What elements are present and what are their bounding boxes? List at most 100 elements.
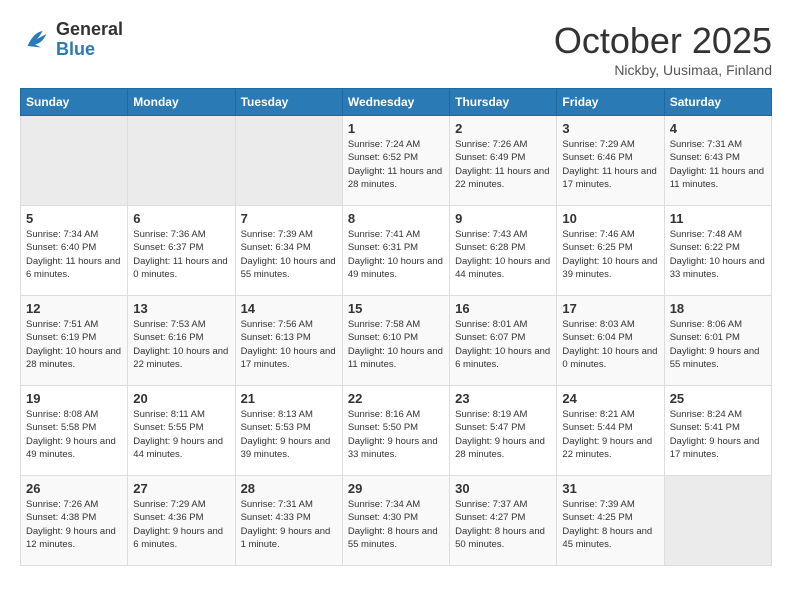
day-info: Sunrise: 7:34 AM Sunset: 6:40 PM Dayligh… (26, 228, 122, 281)
day-info: Sunrise: 7:39 AM Sunset: 4:25 PM Dayligh… (562, 498, 658, 551)
day-info: Sunrise: 7:51 AM Sunset: 6:19 PM Dayligh… (26, 318, 122, 371)
day-number: 2 (455, 121, 551, 136)
day-number: 29 (348, 481, 444, 496)
day-number: 10 (562, 211, 658, 226)
calendar-cell: 28 Sunrise: 7:31 AM Sunset: 4:33 PM Dayli… (235, 476, 342, 566)
day-number: 25 (670, 391, 766, 406)
day-info: Sunrise: 8:24 AM Sunset: 5:41 PM Dayligh… (670, 408, 766, 461)
logo: General Blue (20, 20, 123, 60)
calendar-cell: 19Sunrise: 8:08 AM Sunset: 5:58 PM Dayli… (21, 386, 128, 476)
calendar-cell: 3Sunrise: 7:29 AM Sunset: 6:46 PM Daylig… (557, 116, 664, 206)
day-info: Sunrise: 8:11 AM Sunset: 5:55 PM Dayligh… (133, 408, 229, 461)
day-number: 16 (455, 301, 551, 316)
day-number: 20 (133, 391, 229, 406)
day-number: 31 (562, 481, 658, 496)
calendar-cell: 23 Sunrise: 8:19 AM Sunset: 5:47 PM Dayli… (450, 386, 557, 476)
day-number: 30 (455, 481, 551, 496)
day-info: Sunrise: 7:39 AM Sunset: 6:34 PM Dayligh… (241, 228, 337, 281)
day-info: Sunrise: 7:31 AM Sunset: 6:43 PM Dayligh… (670, 138, 766, 191)
day-info: Sunrise: 8:06 AM Sunset: 6:01 PM Dayligh… (670, 318, 766, 371)
calendar-cell: 22Sunrise: 8:16 AM Sunset: 5:50 PM Dayli… (342, 386, 449, 476)
day-info: Sunrise: 7:29 AM Sunset: 4:36 PM Dayligh… (133, 498, 229, 551)
day-number: 28 (241, 481, 337, 496)
day-number: 14 (241, 301, 337, 316)
calendar-cell (664, 476, 771, 566)
calendar-header: SundayMondayTuesdayWednesdayThursdayFrid… (21, 89, 772, 116)
calendar-cell: 21 Sunrise: 8:13 AM Sunset: 5:53 PM Dayli… (235, 386, 342, 476)
page-header: General Blue October 2025 Nickby, Uusima… (20, 20, 772, 78)
day-number: 6 (133, 211, 229, 226)
day-info: Sunrise: 7:29 AM Sunset: 6:46 PM Dayligh… (562, 138, 658, 191)
day-number: 4 (670, 121, 766, 136)
calendar-cell: 12 Sunrise: 7:51 AM Sunset: 6:19 PM Dayli… (21, 296, 128, 386)
calendar-table: SundayMondayTuesdayWednesdayThursdayFrid… (20, 88, 772, 566)
day-number: 12 (26, 301, 122, 316)
day-info: Sunrise: 7:24 AM Sunset: 6:52 PM Dayligh… (348, 138, 444, 191)
calendar-cell: 25 Sunrise: 8:24 AM Sunset: 5:41 PM Dayli… (664, 386, 771, 476)
day-info: Sunrise: 8:21 AM Sunset: 5:44 PM Dayligh… (562, 408, 658, 461)
day-info: Sunrise: 7:53 AM Sunset: 6:16 PM Dayligh… (133, 318, 229, 371)
day-number: 11 (670, 211, 766, 226)
day-info: Sunrise: 7:34 AM Sunset: 4:30 PM Dayligh… (348, 498, 444, 551)
day-number: 24 (562, 391, 658, 406)
weekday-header-sunday: Sunday (21, 89, 128, 116)
day-number: 21 (241, 391, 337, 406)
calendar-cell: 26 Sunrise: 7:26 AM Sunset: 4:38 PM Dayli… (21, 476, 128, 566)
calendar-cell: 14 Sunrise: 7:56 AM Sunset: 6:13 PM Dayli… (235, 296, 342, 386)
day-info: Sunrise: 7:58 AM Sunset: 6:10 PM Dayligh… (348, 318, 444, 371)
day-info: Sunrise: 7:26 AM Sunset: 6:49 PM Dayligh… (455, 138, 551, 191)
calendar-cell: 1Sunrise: 7:24 AM Sunset: 6:52 PM Daylig… (342, 116, 449, 206)
calendar-cell: 17 Sunrise: 8:03 AM Sunset: 6:04 PM Dayli… (557, 296, 664, 386)
day-info: Sunrise: 8:16 AM Sunset: 5:50 PM Dayligh… (348, 408, 444, 461)
calendar-cell: 10 Sunrise: 7:46 AM Sunset: 6:25 PM Dayli… (557, 206, 664, 296)
calendar-cell: 18Sunrise: 8:06 AM Sunset: 6:01 PM Dayli… (664, 296, 771, 386)
day-number: 5 (26, 211, 122, 226)
calendar-cell (21, 116, 128, 206)
month-title: October 2025 (554, 20, 772, 62)
calendar-cell: 15Sunrise: 7:58 AM Sunset: 6:10 PM Dayli… (342, 296, 449, 386)
calendar-cell: 24 Sunrise: 8:21 AM Sunset: 5:44 PM Dayli… (557, 386, 664, 476)
day-info: Sunrise: 8:01 AM Sunset: 6:07 PM Dayligh… (455, 318, 551, 371)
day-info: Sunrise: 8:03 AM Sunset: 6:04 PM Dayligh… (562, 318, 658, 371)
day-number: 9 (455, 211, 551, 226)
calendar-cell (235, 116, 342, 206)
day-info: Sunrise: 8:13 AM Sunset: 5:53 PM Dayligh… (241, 408, 337, 461)
day-info: Sunrise: 7:26 AM Sunset: 4:38 PM Dayligh… (26, 498, 122, 551)
logo-bird-icon (20, 25, 50, 55)
day-info: Sunrise: 8:19 AM Sunset: 5:47 PM Dayligh… (455, 408, 551, 461)
day-info: Sunrise: 7:46 AM Sunset: 6:25 PM Dayligh… (562, 228, 658, 281)
day-info: Sunrise: 7:36 AM Sunset: 6:37 PM Dayligh… (133, 228, 229, 281)
day-number: 23 (455, 391, 551, 406)
calendar-body: 1Sunrise: 7:24 AM Sunset: 6:52 PM Daylig… (21, 116, 772, 566)
day-info: Sunrise: 7:37 AM Sunset: 4:27 PM Dayligh… (455, 498, 551, 551)
day-info: Sunrise: 7:31 AM Sunset: 4:33 PM Dayligh… (241, 498, 337, 551)
day-number: 27 (133, 481, 229, 496)
title-block: October 2025 Nickby, Uusimaa, Finland (554, 20, 772, 78)
day-info: Sunrise: 7:48 AM Sunset: 6:22 PM Dayligh… (670, 228, 766, 281)
weekday-header-saturday: Saturday (664, 89, 771, 116)
weekday-header-tuesday: Tuesday (235, 89, 342, 116)
weekday-header-wednesday: Wednesday (342, 89, 449, 116)
calendar-cell: 29 Sunrise: 7:34 AM Sunset: 4:30 PM Dayli… (342, 476, 449, 566)
calendar-cell: 8Sunrise: 7:41 AM Sunset: 6:31 PM Daylig… (342, 206, 449, 296)
calendar-cell: 6 Sunrise: 7:36 AM Sunset: 6:37 PM Daylig… (128, 206, 235, 296)
day-info: Sunrise: 8:08 AM Sunset: 5:58 PM Dayligh… (26, 408, 122, 461)
day-number: 7 (241, 211, 337, 226)
calendar-cell: 5 Sunrise: 7:34 AM Sunset: 6:40 PM Daylig… (21, 206, 128, 296)
day-info: Sunrise: 7:56 AM Sunset: 6:13 PM Dayligh… (241, 318, 337, 371)
calendar-cell: 11 Sunrise: 7:48 AM Sunset: 6:22 PM Dayli… (664, 206, 771, 296)
calendar-cell (128, 116, 235, 206)
day-number: 13 (133, 301, 229, 316)
logo-text: General Blue (56, 20, 123, 60)
calendar-cell: 7 Sunrise: 7:39 AM Sunset: 6:34 PM Daylig… (235, 206, 342, 296)
day-number: 17 (562, 301, 658, 316)
day-number: 8 (348, 211, 444, 226)
calendar-cell: 2 Sunrise: 7:26 AM Sunset: 6:49 PM Daylig… (450, 116, 557, 206)
calendar-cell: 20 Sunrise: 8:11 AM Sunset: 5:55 PM Dayli… (128, 386, 235, 476)
location-subtitle: Nickby, Uusimaa, Finland (554, 62, 772, 78)
calendar-cell: 30 Sunrise: 7:37 AM Sunset: 4:27 PM Dayli… (450, 476, 557, 566)
day-number: 26 (26, 481, 122, 496)
calendar-cell: 4 Sunrise: 7:31 AM Sunset: 6:43 PM Daylig… (664, 116, 771, 206)
calendar-cell: 13 Sunrise: 7:53 AM Sunset: 6:16 PM Dayli… (128, 296, 235, 386)
weekday-header-thursday: Thursday (450, 89, 557, 116)
